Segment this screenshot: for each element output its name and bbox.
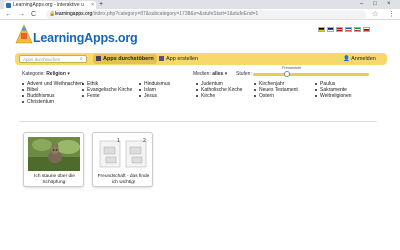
minimize-button[interactable]: –	[360, 0, 363, 9]
level-slider-handle[interactable]	[284, 71, 290, 77]
app-card-title: Ich staune über die Schöpfung:	[34, 174, 75, 185]
level-slider-track[interactable]	[253, 73, 369, 76]
search-input[interactable]: Apps durchsuchen	[19, 55, 87, 63]
browse-apps-button[interactable]: Apps durchstöbern	[93, 54, 157, 64]
svg-text:1: 1	[117, 138, 120, 144]
create-app-label: App erstellen	[166, 56, 199, 62]
category-column: Ethik Evangelische Kirche Feste	[82, 81, 132, 99]
url-path: /index.php?category=87&subcategory=1738&…	[92, 11, 259, 17]
app-thumbnail	[28, 137, 80, 171]
back-button[interactable]: ←	[5, 10, 12, 19]
category-link[interactable]: Kirche	[196, 93, 242, 99]
category-link[interactable]: Jesus	[139, 93, 170, 99]
level-filter-label: Stufen:	[236, 71, 252, 77]
category-column: Paulus Sakramente Weltreligionen	[315, 81, 352, 99]
maximize-button[interactable]: □	[373, 0, 377, 9]
flag-it-icon[interactable]	[354, 27, 361, 32]
pencil-icon	[159, 56, 164, 62]
svg-text:2: 2	[143, 138, 146, 144]
category-link[interactable]: Ostern	[254, 93, 298, 99]
login-button[interactable]: 👤 Anmelden	[343, 54, 376, 64]
reload-button[interactable]: C	[31, 10, 36, 19]
login-label: Anmelden	[351, 56, 376, 62]
chevron-down-icon: ▾	[67, 71, 70, 77]
search-icon[interactable]: ⌕	[80, 55, 83, 63]
divider	[19, 121, 377, 122]
bookmark-star-icon[interactable]: ☆	[372, 10, 378, 19]
browser-tab[interactable]: LearningApps.org - interaktive u ×	[4, 1, 96, 9]
create-app-button[interactable]: App erstellen	[156, 54, 201, 64]
media-filter-label: Medien:	[193, 71, 211, 77]
user-icon: 👤	[343, 56, 350, 62]
language-flags	[318, 27, 370, 33]
category-column: Kirchenjahr Neues Testament Ostern	[254, 81, 298, 99]
app-card[interactable]: 1 2 Freundschaft - das finde ich wichtig…	[92, 132, 153, 187]
browser-toolbar: ← → C 🔒 learningapps.org/index.php?categ…	[0, 9, 400, 20]
category-filter-value: Religion	[46, 71, 66, 77]
close-window-button[interactable]: ×	[387, 0, 391, 9]
logo-icon[interactable]	[14, 23, 34, 45]
flag-gb-icon[interactable]	[327, 27, 334, 32]
flag-ru-icon[interactable]	[363, 27, 370, 32]
browser-menu-icon[interactable]: ⋮	[388, 10, 395, 19]
flag-fr-icon[interactable]	[345, 27, 352, 32]
lock-icon: 🔒	[49, 11, 56, 17]
flag-es-icon[interactable]	[336, 27, 343, 32]
site-logo-text[interactable]: LearningApps.org	[33, 31, 138, 45]
url-host: learningapps.org	[55, 11, 93, 17]
tab-close-icon[interactable]: ×	[91, 1, 94, 9]
chevron-down-icon: ▾	[224, 71, 228, 77]
grid-icon	[96, 56, 101, 62]
category-filter[interactable]: Kategorie: Religion ▾	[22, 71, 70, 78]
new-tab-button[interactable]: +	[99, 0, 103, 9]
tab-title: LearningApps.org - interaktive u	[13, 2, 84, 8]
app-card-title: Freundschaft - das finde ich wichtig!	[97, 174, 150, 185]
level-slider-label: Primarstufe	[282, 66, 302, 70]
app-card[interactable]: Ich staune über die Schöpfung:	[23, 132, 84, 187]
app-thumbnail: 1 2	[97, 137, 149, 171]
category-filter-label: Kategorie:	[22, 71, 45, 77]
forward-button[interactable]: →	[18, 10, 25, 19]
category-link[interactable]: Weltreligionen	[315, 93, 352, 99]
category-column: Judentum Katholische Kirche Kirche	[196, 81, 242, 99]
category-link[interactable]: Christentum	[22, 99, 83, 105]
media-filter-value: alles	[212, 71, 224, 77]
category-link[interactable]: Feste	[82, 93, 132, 99]
flag-de-icon[interactable]	[318, 27, 325, 32]
category-column: Hinduismus Islam Jesus	[139, 81, 170, 99]
browser-tab-strip: LearningApps.org - interaktive u × + – □…	[0, 0, 400, 9]
browse-apps-label: Apps durchstöbern	[103, 56, 154, 62]
category-column: Advent und Weihnachten Bibel Buddhismus Chr…	[22, 81, 83, 105]
favicon-icon	[6, 3, 11, 8]
address-bar[interactable]: 🔒 learningapps.org/index.php?category=87…	[46, 10, 366, 19]
media-filter[interactable]: Medien: alles ▾	[193, 71, 227, 78]
